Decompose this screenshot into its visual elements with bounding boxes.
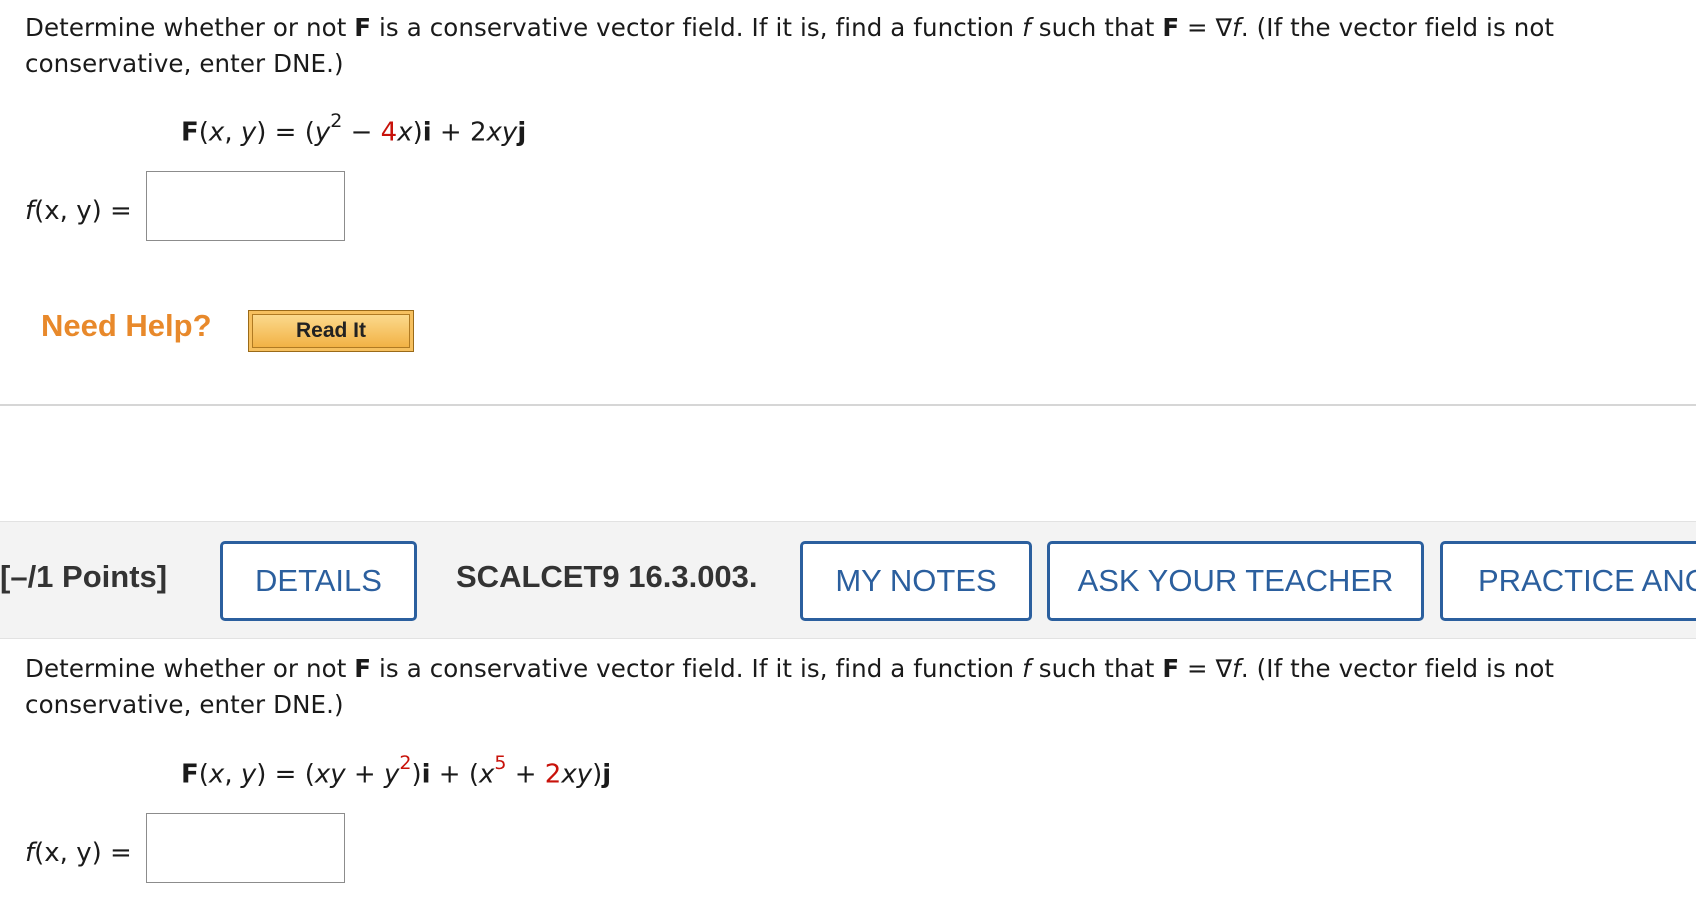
formula-var: x [208, 759, 225, 790]
prompt-text: is a conservative vector field. If it is… [371, 654, 1023, 683]
question-2-formula: F(x, y) = (xy + y2)i + (x5 + 2xy)j [181, 752, 612, 790]
formula-part: ) [592, 759, 603, 790]
formula-part: , [224, 117, 241, 148]
need-help-label: Need Help? [41, 308, 212, 343]
prompt-symbol-f: f [1022, 13, 1031, 42]
question-divider [0, 404, 1696, 406]
prompt-symbol-F: F [1162, 13, 1180, 42]
formula-part: ) [412, 117, 423, 148]
formula-var: y [240, 117, 257, 148]
prompt-symbol-F: F [1162, 654, 1180, 683]
ask-your-teacher-button[interactable]: ASK YOUR TEACHER [1047, 541, 1424, 621]
formula-exponent: 2 [330, 110, 343, 132]
formula-part: + [506, 759, 545, 790]
formula-part: + [345, 759, 384, 790]
details-button[interactable]: DETAILS [220, 541, 417, 621]
question-1-answer-label: f(x, y) = [25, 196, 132, 226]
prompt-symbol-f: f [1232, 13, 1241, 42]
formula-part: + ( [430, 759, 479, 790]
prompt-text: such that [1030, 13, 1163, 42]
question-2-header: [–/1 Points] DETAILS SCALCET9 16.3.003. … [0, 521, 1696, 639]
formula-F: F [181, 759, 199, 790]
formula-part: + 2 [431, 117, 487, 148]
answer-label-eq: = [101, 838, 132, 868]
formula-unit-j: j [517, 117, 527, 148]
formula-var: xy [486, 117, 518, 148]
answer-label-f: f [25, 838, 35, 868]
my-notes-button[interactable]: MY NOTES [800, 541, 1032, 621]
formula-part: ) = ( [256, 759, 315, 790]
question-2-prompt: Determine whether or not F is a conserva… [25, 651, 1665, 723]
formula-F: F [181, 117, 199, 148]
formula-randomized-coef: 4 [380, 117, 398, 148]
prompt-symbol-F: F [354, 13, 372, 42]
answer-label-f: f [25, 196, 35, 226]
answer-label-eq: = [101, 196, 132, 226]
formula-randomized-exponent: 5 [494, 752, 507, 774]
prompt-text: Determine whether or not [25, 13, 355, 42]
formula-randomized-exponent: 2 [399, 752, 412, 774]
read-it-button[interactable]: Read It [248, 310, 414, 352]
prompt-symbol-f: f [1232, 654, 1241, 683]
formula-part: ( [198, 759, 209, 790]
question-1-answer-input[interactable] [146, 171, 345, 241]
formula-part: ( [198, 117, 209, 148]
points-label: [–/1 Points] [0, 559, 168, 594]
prompt-text: is a conservative vector field. If it is… [371, 13, 1023, 42]
assignment-page: Determine whether or not F is a conserva… [0, 0, 1696, 912]
question-1-formula: F(x, y) = (y2 − 4x)i + 2xyj [181, 110, 527, 148]
formula-part: ) = ( [256, 117, 315, 148]
formula-randomized-coef: 2 [544, 759, 562, 790]
prompt-text: = ∇ [1179, 13, 1233, 42]
prompt-symbol-f: f [1022, 654, 1031, 683]
question-2-answer-label: f(x, y) = [25, 838, 132, 868]
prompt-text: = ∇ [1179, 654, 1233, 683]
formula-var: x [397, 117, 413, 148]
prompt-symbol-F: F [354, 654, 372, 683]
answer-label-args: (x, y) [34, 196, 102, 226]
read-it-label: Read It [252, 314, 410, 348]
formula-part: ) [411, 759, 422, 790]
formula-var: y [383, 759, 400, 790]
formula-unit-i: i [422, 117, 432, 148]
formula-var: xy [561, 759, 593, 790]
formula-unit-j: j [602, 759, 612, 790]
question-1-prompt: Determine whether or not F is a conserva… [25, 10, 1665, 82]
formula-var: x [478, 759, 495, 790]
question-2-answer-input[interactable] [146, 813, 345, 883]
practice-another-button[interactable]: PRACTICE ANOTHER [1440, 541, 1696, 621]
prompt-text: such that [1030, 654, 1163, 683]
formula-part: , [224, 759, 241, 790]
formula-var: xy [314, 759, 346, 790]
answer-label-args: (x, y) [34, 838, 102, 868]
formula-var: y [240, 759, 257, 790]
question-id: SCALCET9 16.3.003. [456, 559, 758, 594]
formula-unit-i: i [421, 759, 431, 790]
prompt-text: Determine whether or not [25, 654, 355, 683]
formula-var: y [314, 117, 331, 148]
formula-part: − [342, 117, 381, 148]
formula-var: x [208, 117, 225, 148]
